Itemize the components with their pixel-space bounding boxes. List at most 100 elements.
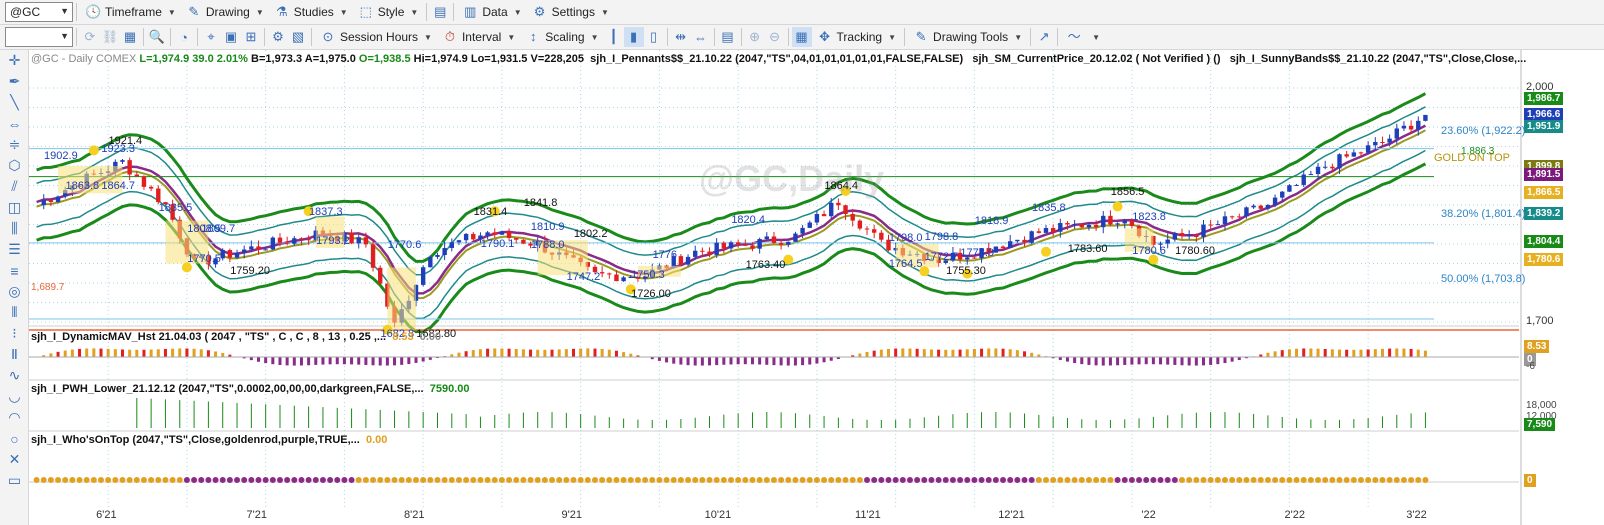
layout-icon[interactable]: ▤	[430, 2, 450, 22]
candle-body	[1344, 154, 1349, 157]
candle-body	[1387, 138, 1392, 143]
table-icon[interactable]: ▦	[120, 27, 140, 47]
zoom-bars-icon[interactable]: ⇹	[671, 27, 691, 47]
chart-canvas[interactable]	[29, 50, 1604, 525]
zoom-in-icon[interactable]: ⊕	[745, 27, 765, 47]
whos-on-top-dot	[341, 477, 348, 483]
grid-icon[interactable]: ⊞	[241, 27, 261, 47]
histogram-bar	[257, 357, 261, 362]
chevron-down-icon: ▼	[339, 7, 348, 17]
magnet-icon[interactable]: ◫	[0, 197, 29, 218]
wave-icon[interactable]: ∿	[0, 365, 29, 386]
format-icon[interactable]: ▧	[288, 27, 308, 47]
session-hours-button[interactable]: ⊙ Session Hours ▼	[315, 27, 437, 48]
candle-body	[1093, 224, 1099, 228]
histogram-bar	[815, 357, 819, 364]
candle-body	[864, 228, 870, 230]
lock-icon[interactable]: ⬡	[0, 155, 29, 176]
whos-on-top-dot	[899, 477, 906, 483]
separator	[76, 3, 77, 21]
gauge-icon[interactable]: ◔	[174, 27, 194, 47]
whos-on-top-dot	[1408, 477, 1415, 483]
cursor-icon[interactable]: ⌖	[201, 27, 221, 47]
zoom-out-icon[interactable]: ⊖	[765, 27, 785, 47]
whos-on-top-dot	[1193, 477, 1200, 483]
lines-icon[interactable]: ≡	[0, 260, 29, 281]
candle-icon[interactable]: ▮	[623, 27, 644, 47]
candle-body	[1086, 224, 1092, 228]
data-button[interactable]: ▥ Data ▼	[457, 2, 526, 23]
histogram-bar	[1423, 350, 1427, 357]
chart-area[interactable]: @GC - Daily COMEX L=1,974.9 39.0 2.01% B…	[29, 50, 1604, 525]
pane3-tag: 0	[1524, 474, 1536, 487]
whos-on-top-dot	[1085, 477, 1092, 483]
scaling-button[interactable]: ↕ Scaling ▼	[520, 27, 603, 48]
candle-body	[764, 236, 769, 240]
arc-icon[interactable]: ◡	[0, 386, 29, 407]
style-button[interactable]: ⬚ Style ▼	[353, 2, 424, 23]
pen-icon[interactable]: ✒	[0, 71, 29, 92]
pane3-title-text: sjh_I_Who'sOnTop (2047,"TS",Close,golden…	[31, 434, 360, 446]
hollow-candle-icon[interactable]: ▯	[644, 27, 664, 47]
magnifier-icon[interactable]: 🔍	[147, 27, 167, 47]
histogram-bar	[471, 350, 475, 357]
compress-icon[interactable]: ⇔	[691, 27, 711, 47]
settings-label: Settings	[551, 5, 595, 19]
circle-icon[interactable]: ○	[0, 428, 29, 449]
horizontal-arrows-icon[interactable]: ⇔	[0, 113, 29, 134]
arc-down-icon[interactable]: ◠	[0, 407, 29, 428]
bar-style-icon[interactable]: ┃	[604, 27, 624, 47]
trend-icon[interactable]: ↗	[1034, 27, 1054, 47]
date-tick: 3'22	[1406, 509, 1427, 521]
timeframe-button[interactable]: 🕓 Timeframe ▼	[80, 2, 181, 23]
histogram-bar	[1001, 348, 1005, 357]
properties-icon[interactable]: ⚙	[268, 27, 288, 47]
price-annotation: 1747.2	[566, 271, 601, 284]
whos-on-top-dot	[169, 477, 176, 483]
histogram-bar	[113, 349, 117, 357]
image-icon[interactable]: ▣	[221, 27, 241, 47]
candle-body	[435, 255, 440, 257]
grid-toggle-icon[interactable]: ▦	[791, 27, 812, 47]
histogram-bar	[1373, 349, 1377, 357]
price-annotation: 1783.60	[1067, 242, 1108, 255]
interval-button[interactable]: ⏱ Interval ▼	[437, 27, 520, 48]
rows-icon[interactable]: ☰	[0, 239, 29, 260]
candle-body	[1222, 216, 1228, 225]
close-icon[interactable]: ✕	[0, 449, 29, 470]
rectangle-icon[interactable]: ▭	[0, 470, 29, 491]
link-icon[interactable]: ⛓	[100, 27, 120, 47]
refresh-icon[interactable]: ⟳	[80, 27, 100, 47]
columns-icon[interactable]: ⫼	[0, 218, 29, 239]
histogram-bar	[557, 349, 561, 357]
analysis-button[interactable]: 〜 ▼	[1061, 27, 1105, 48]
whos-on-top-dot	[556, 477, 563, 483]
date-tick: 9'21	[561, 509, 582, 521]
settings-button[interactable]: ⚙ Settings ▼	[527, 2, 614, 23]
whos-on-top-dot	[298, 477, 305, 483]
studies-button[interactable]: ⚗ Studies ▼	[269, 2, 353, 23]
candle-body	[270, 237, 276, 250]
histogram-bar	[378, 357, 382, 366]
text-icon[interactable]: Ⅱ	[0, 344, 29, 365]
drawing-tools-button[interactable]: ✎ Drawing Tools ▼	[908, 27, 1027, 48]
line-icon[interactable]: ╲	[0, 92, 29, 113]
header-pct: 2.01%	[216, 53, 248, 65]
channel-icon[interactable]: ⫽	[0, 176, 29, 197]
vertical-lines-icon[interactable]: ⦀	[0, 302, 29, 323]
tracking-button[interactable]: ✥ Tracking ▼	[812, 27, 902, 48]
window-icon[interactable]: ▤	[718, 27, 738, 47]
histogram-bar	[894, 348, 898, 357]
whos-on-top-dot	[1272, 477, 1279, 483]
analysis-icon: 〜	[1067, 29, 1081, 44]
fib-icon[interactable]: ≑	[0, 134, 29, 155]
list-icon[interactable]: ⁝	[0, 323, 29, 344]
histogram-bar	[299, 357, 303, 366]
workspace-select[interactable]: ▼	[5, 27, 73, 47]
add-icon[interactable]: ✛	[0, 50, 29, 71]
target-icon[interactable]: ◎	[0, 281, 29, 302]
whos-on-top-dot	[1372, 477, 1379, 483]
whos-on-top-dot	[785, 477, 792, 483]
symbol-input[interactable]: @GC ▼	[5, 2, 73, 22]
drawing-button[interactable]: ✎ Drawing ▼	[181, 2, 269, 23]
